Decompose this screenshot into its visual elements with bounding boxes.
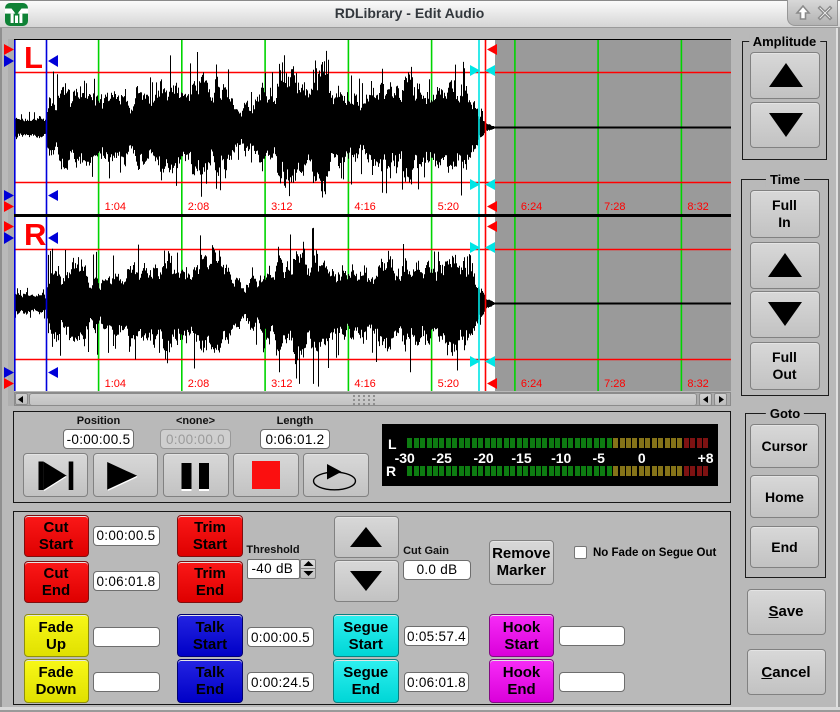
svg-text:1:04: 1:04 <box>105 378 126 390</box>
svg-text:7:28: 7:28 <box>604 378 625 390</box>
svg-text:4:16: 4:16 <box>354 201 375 213</box>
svg-text:6:24: 6:24 <box>521 201 542 213</box>
svg-text:2:08: 2:08 <box>188 378 209 390</box>
svg-text:7:28: 7:28 <box>604 201 625 213</box>
svg-text:5:20: 5:20 <box>438 378 459 390</box>
svg-text:2:08: 2:08 <box>188 201 209 213</box>
svg-text:R: R <box>24 217 46 252</box>
svg-text:L: L <box>24 40 43 75</box>
svg-text:6:24: 6:24 <box>521 378 542 390</box>
svg-text:3:12: 3:12 <box>271 378 292 390</box>
svg-text:3:12: 3:12 <box>271 201 292 213</box>
svg-text:8:32: 8:32 <box>687 378 708 390</box>
svg-text:5:20: 5:20 <box>438 201 459 213</box>
svg-text:1:04: 1:04 <box>105 201 126 213</box>
svg-text:4:16: 4:16 <box>354 378 375 390</box>
svg-text:8:32: 8:32 <box>687 201 708 213</box>
